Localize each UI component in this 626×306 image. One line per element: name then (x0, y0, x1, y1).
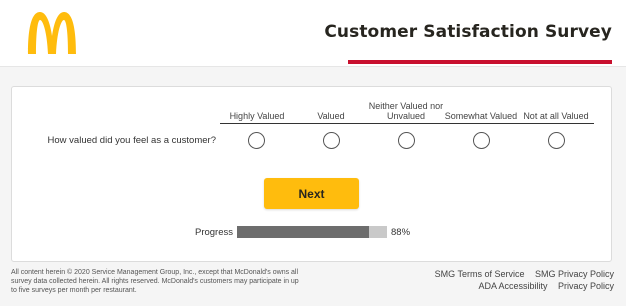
link-smg-privacy[interactable]: SMG Privacy Policy (535, 269, 614, 279)
link-ada-accessibility[interactable]: ADA Accessibility (478, 281, 547, 291)
progress-fill (237, 226, 369, 238)
progress-percent: 88% (391, 227, 411, 238)
radio-neither[interactable] (398, 132, 415, 149)
footer-links: SMG Terms of Service SMG Privacy Policy … (354, 268, 614, 292)
radio-highly-valued[interactable] (248, 132, 265, 149)
column-header-not-at-all-valued: Not at all Valued (523, 111, 589, 121)
link-smg-terms[interactable]: SMG Terms of Service (435, 269, 525, 279)
title-underline (348, 60, 612, 64)
radio-somewhat-valued[interactable] (473, 132, 490, 149)
header: Customer Satisfaction Survey (0, 0, 626, 67)
radio-valued[interactable] (323, 132, 340, 149)
progress-label: Progress (194, 227, 233, 238)
golden-arches-icon[interactable] (24, 10, 80, 56)
header-divider (220, 123, 594, 124)
next-button[interactable]: Next (264, 178, 359, 209)
question-text: How valued did you feel as a customer? (47, 135, 216, 146)
radio-not-at-all-valued[interactable] (548, 132, 565, 149)
link-privacy-policy[interactable]: Privacy Policy (558, 281, 614, 291)
progress-bar (237, 226, 387, 238)
page-title: Customer Satisfaction Survey (324, 22, 612, 42)
copyright-text: All content herein © 2020 Service Manage… (11, 269, 299, 294)
